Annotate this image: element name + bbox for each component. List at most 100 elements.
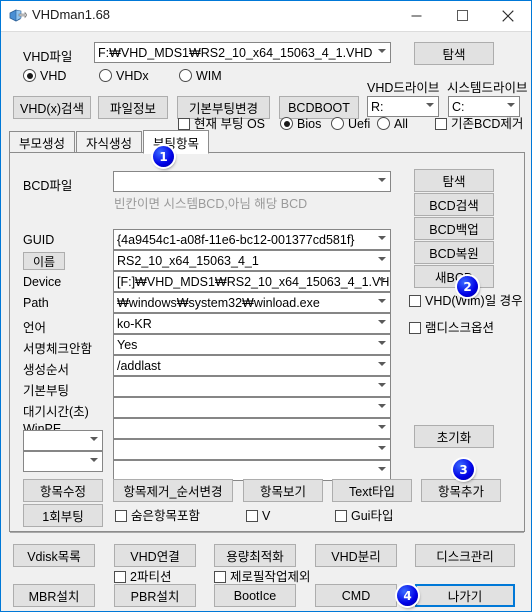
item-add-button[interactable]: 항목추가 (421, 479, 501, 502)
vhd-file-label: VHD파일 (23, 50, 73, 64)
pbr-install-button[interactable]: PBR설치 (114, 584, 196, 607)
bcd-restore-button[interactable]: BCD복원 (414, 241, 494, 264)
radio-all-label: All (394, 117, 408, 131)
bootice-button[interactable]: BootIce (214, 584, 296, 607)
create-order-combo[interactable]: /addlast (113, 355, 391, 376)
remove-existing-bcd-checkbox[interactable]: 기존BCD제거 (435, 117, 523, 131)
chevron-down-icon (90, 437, 98, 442)
tab-child-create-label: 자식생성 (85, 137, 132, 151)
default-boot-combo[interactable] (113, 376, 391, 397)
text-type-button[interactable]: Text타입 (332, 479, 412, 502)
vhd-detach-label: VHD분리 (331, 550, 381, 564)
default-boot-change-button[interactable]: 기본부팅변경 (177, 96, 270, 119)
extra-right-combo-1[interactable] (113, 439, 391, 460)
new-bcd-button[interactable]: 새BCD (414, 265, 494, 288)
radio-wim[interactable]: WIM (179, 69, 222, 83)
gui-type-checkbox[interactable]: Gui타입 (335, 509, 393, 523)
device-combo[interactable]: [F:]₩VHD_MDS1₩RS2_10_x64_15063_4_1.VHD (113, 271, 391, 292)
minimize-button[interactable] (393, 1, 439, 30)
radio-vhd[interactable]: VHD (23, 69, 66, 83)
two-partition-checkbox[interactable]: 2파티션 (114, 570, 171, 584)
system-drive-combo[interactable]: C: (448, 96, 520, 117)
vhd-detach-button[interactable]: VHD분리 (315, 544, 397, 567)
vhd-file-combo[interactable]: F:₩VHD_MDS1₩RS2_10_x64_15063_4_1.VHD (94, 42, 391, 63)
panel-browse-button[interactable]: 탐색 (414, 169, 494, 192)
radio-bios[interactable]: Bios (280, 117, 321, 131)
close-button[interactable] (485, 1, 531, 30)
tab-strip: 부모생성 자식생성 부팅항목 (9, 130, 525, 154)
skip-zerofill-checkbox[interactable]: 제로필작업제외 (214, 570, 311, 584)
name-button[interactable]: 이름 (23, 252, 65, 270)
language-combo[interactable]: ko-KR (113, 313, 391, 334)
tab-boot-items[interactable]: 부팅항목 (143, 130, 209, 154)
item-edit-button[interactable]: 항목수정 (23, 479, 103, 502)
winpe-combo[interactable] (113, 418, 391, 439)
tab-parent-create[interactable]: 부모생성 (9, 131, 75, 153)
compact-label: 용량최적화 (226, 550, 284, 564)
vhd-drive-combo[interactable]: R: (367, 96, 439, 117)
radio-uefi[interactable]: Uefi (331, 117, 370, 131)
maximize-button[interactable] (439, 1, 485, 30)
exit-label: 나가기 (447, 590, 483, 604)
item-edit-label: 항목수정 (39, 485, 86, 499)
checkbox-box-icon (214, 571, 226, 583)
file-info-label: 파일정보 (109, 102, 156, 116)
browse-button[interactable]: 탐색 (414, 42, 494, 65)
radio-all[interactable]: All (377, 117, 408, 131)
vhd-attach-button[interactable]: VHD연결 (114, 544, 196, 567)
browse-label: 탐색 (442, 48, 466, 62)
file-info-button[interactable]: 파일정보 (98, 96, 168, 119)
path-combo[interactable]: ₩windows₩system32₩winload.exe (113, 292, 391, 313)
extra-left-combo-1[interactable] (23, 430, 103, 451)
guid-combo[interactable]: {4a9454c1-a08f-11e6-bc12-001377cd581f} (113, 229, 391, 250)
once-boot-button[interactable]: 1회부팅 (23, 504, 103, 527)
exit-button[interactable]: 나가기 (415, 584, 515, 607)
name-combo[interactable]: RS2_10_x64_15063_4_1 (113, 250, 391, 271)
tab-child-create[interactable]: 자식생성 (76, 131, 142, 153)
application-window: VHDman1.68 VHD파일 F:₩VHD_MDS1₩RS2_10_x64_… (0, 0, 532, 612)
ramdisk-option-checkbox[interactable]: 램디스크옵션 (409, 321, 494, 335)
ramdisk-option-label: 램디스크옵션 (425, 321, 495, 335)
item-view-button[interactable]: 항목보기 (243, 479, 323, 502)
skip-zerofill-label: 제로필작업제외 (230, 570, 311, 584)
radio-vhdx[interactable]: VHDx (99, 69, 149, 83)
name-button-label: 이름 (32, 254, 56, 269)
radio-dot-icon (280, 117, 293, 130)
compact-button[interactable]: 용량최적화 (214, 544, 296, 567)
guid-value: {4a9454c1-a08f-11e6-bc12-001377cd581f} (117, 233, 355, 247)
chevron-down-icon (378, 446, 386, 451)
timeout-combo[interactable] (113, 397, 391, 418)
title-bar: VHDman1.68 (1, 1, 531, 32)
vhd-search-button[interactable]: VHD(x)검색 (13, 96, 91, 119)
current-boot-os-checkbox[interactable]: 현재 부팅 OS (178, 117, 265, 131)
extra-right-combo-2[interactable] (113, 460, 391, 481)
chevron-down-icon (378, 299, 386, 304)
reset-button[interactable]: 초기화 (414, 425, 494, 448)
system-drive-label: 시스템드라이브 (447, 81, 528, 95)
item-remove-reorder-button[interactable]: 항목제거_순서변경 (113, 479, 233, 502)
bcdboot-button[interactable]: BCDBOOT (279, 96, 359, 119)
chevron-down-icon (90, 458, 98, 463)
checkbox-box-icon (335, 510, 347, 522)
chevron-down-icon (378, 404, 386, 409)
vdisk-list-button[interactable]: Vdisk목록 (13, 544, 95, 567)
no-signature-check-combo[interactable]: Yes (113, 334, 391, 355)
vhd-drive-label: VHD드라이브 (367, 81, 440, 95)
include-hidden-items-checkbox[interactable]: 숨은항목포함 (115, 509, 200, 523)
v-checkbox[interactable]: V (246, 509, 270, 523)
cmd-button[interactable]: CMD (315, 584, 397, 607)
bcd-file-hint: 빈칸이면 시스템BCD,아님 해당 BCD (114, 197, 308, 211)
vhd-file-value: F:₩VHD_MDS1₩RS2_10_x64_15063_4_1.VHD (98, 46, 373, 60)
gui-type-label: Gui타입 (351, 509, 394, 523)
vhd-search-label: VHD(x)검색 (20, 102, 84, 116)
bcd-file-combo[interactable] (113, 171, 391, 192)
name-value: RS2_10_x64_15063_4_1 (117, 254, 259, 268)
default-boot-change-label: 기본부팅변경 (188, 102, 258, 116)
vhd-drive-value: R: (371, 100, 384, 114)
extra-left-combo-2[interactable] (23, 451, 103, 472)
checkbox-box-icon (178, 118, 190, 130)
bcd-backup-button[interactable]: BCD백업 (414, 217, 494, 240)
disk-management-button[interactable]: 디스크관리 (415, 544, 515, 567)
bcd-search-button[interactable]: BCD검색 (414, 193, 494, 216)
mbr-install-button[interactable]: MBR설치 (13, 584, 95, 607)
